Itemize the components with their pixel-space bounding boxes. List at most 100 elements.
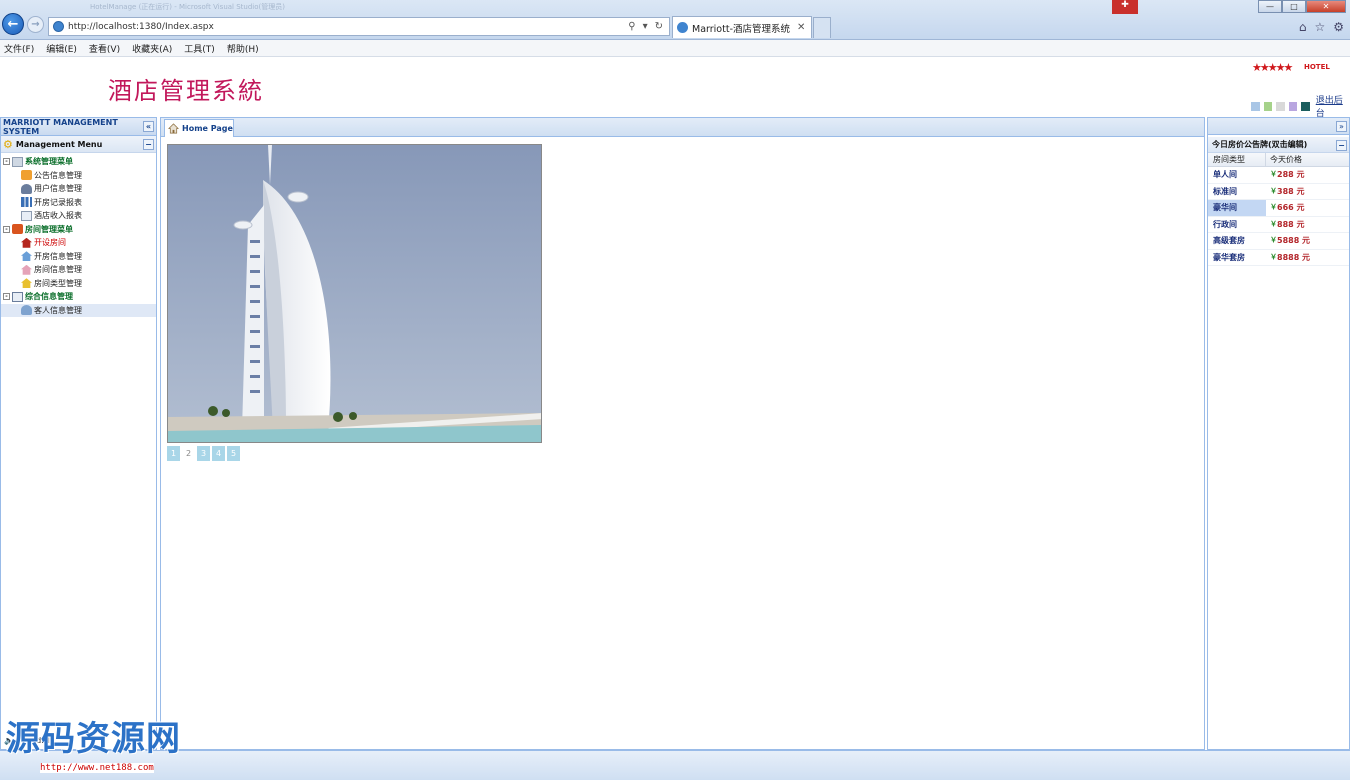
menu-edit[interactable]: 编辑(E) xyxy=(46,42,77,55)
folder-icon xyxy=(12,156,23,167)
maximize-button[interactable]: □ xyxy=(1282,0,1306,13)
left-panel-header: MARRIOTT MANAGEMENT SYSTEM « xyxy=(1,118,156,136)
house-icon xyxy=(12,224,23,235)
forward-button[interactable]: → xyxy=(27,16,44,33)
red-house-icon xyxy=(21,237,32,248)
refresh-icon[interactable]: ↻ xyxy=(655,21,663,32)
tree-item-users[interactable]: 用户信息管理 xyxy=(1,182,156,196)
alert-badge-icon[interactable]: ✚ xyxy=(1112,0,1138,14)
minimize-button[interactable]: — xyxy=(1258,0,1282,13)
yen-icon: ￥ xyxy=(1270,252,1277,261)
tree-item-open-room[interactable]: 开设房间 xyxy=(1,236,156,250)
room-type-cell: 标准间 xyxy=(1213,186,1237,196)
dropdown-icon[interactable]: ▾ xyxy=(643,21,648,32)
collapse-right-button[interactable]: » xyxy=(1336,121,1347,132)
tab-home-label: Home Page xyxy=(182,124,233,133)
guest-user-icon xyxy=(21,305,32,316)
price-value: 888 元 xyxy=(1277,219,1305,229)
tree-collapse-icon[interactable]: - xyxy=(3,293,10,301)
col-room-type[interactable]: 房间类型 xyxy=(1208,153,1266,166)
tree-group-general[interactable]: - 综合信息管理 xyxy=(1,290,156,304)
menu-help[interactable]: 帮助(H) xyxy=(227,42,259,55)
menu-tools[interactable]: 工具(T) xyxy=(184,42,215,55)
collapse-menu-button[interactable]: − xyxy=(143,139,154,150)
hotel-stars-logo: ★★★★★ xyxy=(1252,61,1293,74)
rss-icon xyxy=(21,170,32,181)
theme-swatch-gray[interactable] xyxy=(1276,101,1285,111)
tree-item-room-type[interactable]: 房间类型管理 xyxy=(1,277,156,291)
page-button-1[interactable]: 1 xyxy=(167,446,180,461)
price-value: 666 元 xyxy=(1277,203,1305,213)
home-icon[interactable]: ⌂ xyxy=(1299,20,1307,34)
page-footer xyxy=(0,750,1350,780)
page-button-4[interactable]: 4 xyxy=(212,446,225,461)
price-board-header[interactable]: 今日房价公告牌(双击编辑) − xyxy=(1208,137,1349,153)
room-type-cell: 高级套房 xyxy=(1213,236,1245,246)
left-nav-panel: MARRIOTT MANAGEMENT SYSTEM « ⚙ Managemen… xyxy=(0,117,157,750)
page-button-2[interactable]: 2 xyxy=(182,446,195,461)
new-tab-button[interactable] xyxy=(813,17,831,38)
tree-item-notice[interactable]: 公告信息管理 xyxy=(1,169,156,183)
tree-item-guests[interactable]: 客人信息管理 xyxy=(1,303,156,317)
browser-tab-active[interactable]: Marriott-酒店管理系统 ✕ xyxy=(672,16,812,38)
browser-menubar: 文件(F) 编辑(E) 查看(V) 收藏夹(A) 工具(T) 帮助(H) xyxy=(0,40,1350,57)
table-row[interactable]: 豪华套房 ￥8888 元 xyxy=(1208,250,1349,266)
menu-accordion-title: Management Menu xyxy=(15,139,103,149)
tree-item-label: 房间信息管理 xyxy=(34,265,82,275)
price-board-title: 今日房价公告牌(双击编辑) xyxy=(1212,140,1308,149)
theme-swatch-blue[interactable] xyxy=(1251,101,1260,111)
window-controls: — □ ✕ xyxy=(1258,0,1346,13)
price-cell: ￥5888 元 xyxy=(1266,235,1310,246)
close-tab-icon[interactable]: ✕ xyxy=(797,22,807,33)
col-today-price[interactable]: 今天价格 xyxy=(1266,154,1302,165)
table-row[interactable]: 高级套房 ￥5888 元 xyxy=(1208,233,1349,250)
menu-file[interactable]: 文件(F) xyxy=(4,42,34,55)
room-type-cell: 豪华套房 xyxy=(1213,252,1245,262)
tree-item-checkin-report[interactable]: 开房记录报表 xyxy=(1,196,156,210)
address-url[interactable]: http://localhost:1380/Index.aspx xyxy=(68,22,628,32)
menu-accordion-header[interactable]: ⚙ Management Menu − xyxy=(1,136,156,153)
logout-link[interactable]: 退出后台 xyxy=(1316,93,1350,119)
favorites-star-icon[interactable]: ☆ xyxy=(1314,20,1325,34)
tab-home-page[interactable]: Home Page xyxy=(164,119,234,137)
theme-swatch-green[interactable] xyxy=(1263,101,1273,111)
page-button-3[interactable]: 3 xyxy=(197,446,210,461)
window-icon xyxy=(12,291,23,302)
table-row[interactable]: 行政间 ￥888 元 xyxy=(1208,217,1349,233)
watermark-url: http://www.net188.com xyxy=(40,763,154,773)
tree-item-income-report[interactable]: 酒店收入报表 xyxy=(1,209,156,223)
address-bar[interactable]: http://localhost:1380/Index.aspx ⚲ ▾ ↻ xyxy=(48,17,670,36)
tree-collapse-icon[interactable]: - xyxy=(3,158,10,166)
tree-group-rooms[interactable]: - 房间管理菜单 xyxy=(1,223,156,237)
tree-group-label: 系统管理菜单 xyxy=(25,157,73,167)
room-type-cell: 豪华间 xyxy=(1208,200,1266,216)
hotel-photo xyxy=(167,144,542,443)
menu-favorites[interactable]: 收藏夹(A) xyxy=(132,42,172,55)
gear-icon[interactable]: ⚙ xyxy=(1333,20,1344,34)
back-button[interactable]: ← xyxy=(2,13,24,35)
yen-icon: ￥ xyxy=(1270,219,1277,228)
tree-item-room-info[interactable]: 房间信息管理 xyxy=(1,263,156,277)
nav-tree: - 系统管理菜单 公告信息管理 用户信息管理 开房记录报表 酒店收入报表 - 房… xyxy=(1,153,156,317)
table-row[interactable]: 单人间 ￥288 元 xyxy=(1208,167,1349,184)
table-row-selected[interactable]: 豪华间 ￥666 元 xyxy=(1208,200,1349,217)
theme-swatch-teal[interactable] xyxy=(1301,101,1310,111)
browser-toolbar-icons: ⌂ ☆ ⚙ xyxy=(1299,20,1344,34)
tree-item-checkin-manage[interactable]: 开房信息管理 xyxy=(1,250,156,264)
right-price-panel: » 今日房价公告牌(双击编辑) − 房间类型 今天价格 单人间 ￥288 元 标… xyxy=(1207,117,1350,750)
theme-swatch-purple[interactable] xyxy=(1288,101,1298,111)
blue-house-icon xyxy=(21,251,32,262)
image-pager: 1 2 3 4 5 xyxy=(167,446,240,461)
tree-collapse-icon[interactable]: - xyxy=(3,225,10,233)
yen-icon: ￥ xyxy=(1270,186,1277,195)
window-faded-titles: HotelManage (正在运行) - Microsoft Visual St… xyxy=(90,3,285,11)
page-button-5[interactable]: 5 xyxy=(227,446,240,461)
table-row[interactable]: 标准间 ￥388 元 xyxy=(1208,184,1349,200)
close-window-button[interactable]: ✕ xyxy=(1306,0,1346,13)
search-icon[interactable]: ⚲ xyxy=(628,21,635,32)
menu-view[interactable]: 查看(V) xyxy=(89,42,120,55)
collapse-left-button[interactable]: « xyxy=(143,121,154,132)
tree-group-system[interactable]: - 系统管理菜单 xyxy=(1,155,156,169)
yen-icon: ￥ xyxy=(1270,203,1277,212)
collapse-price-board-button[interactable]: − xyxy=(1336,140,1347,151)
